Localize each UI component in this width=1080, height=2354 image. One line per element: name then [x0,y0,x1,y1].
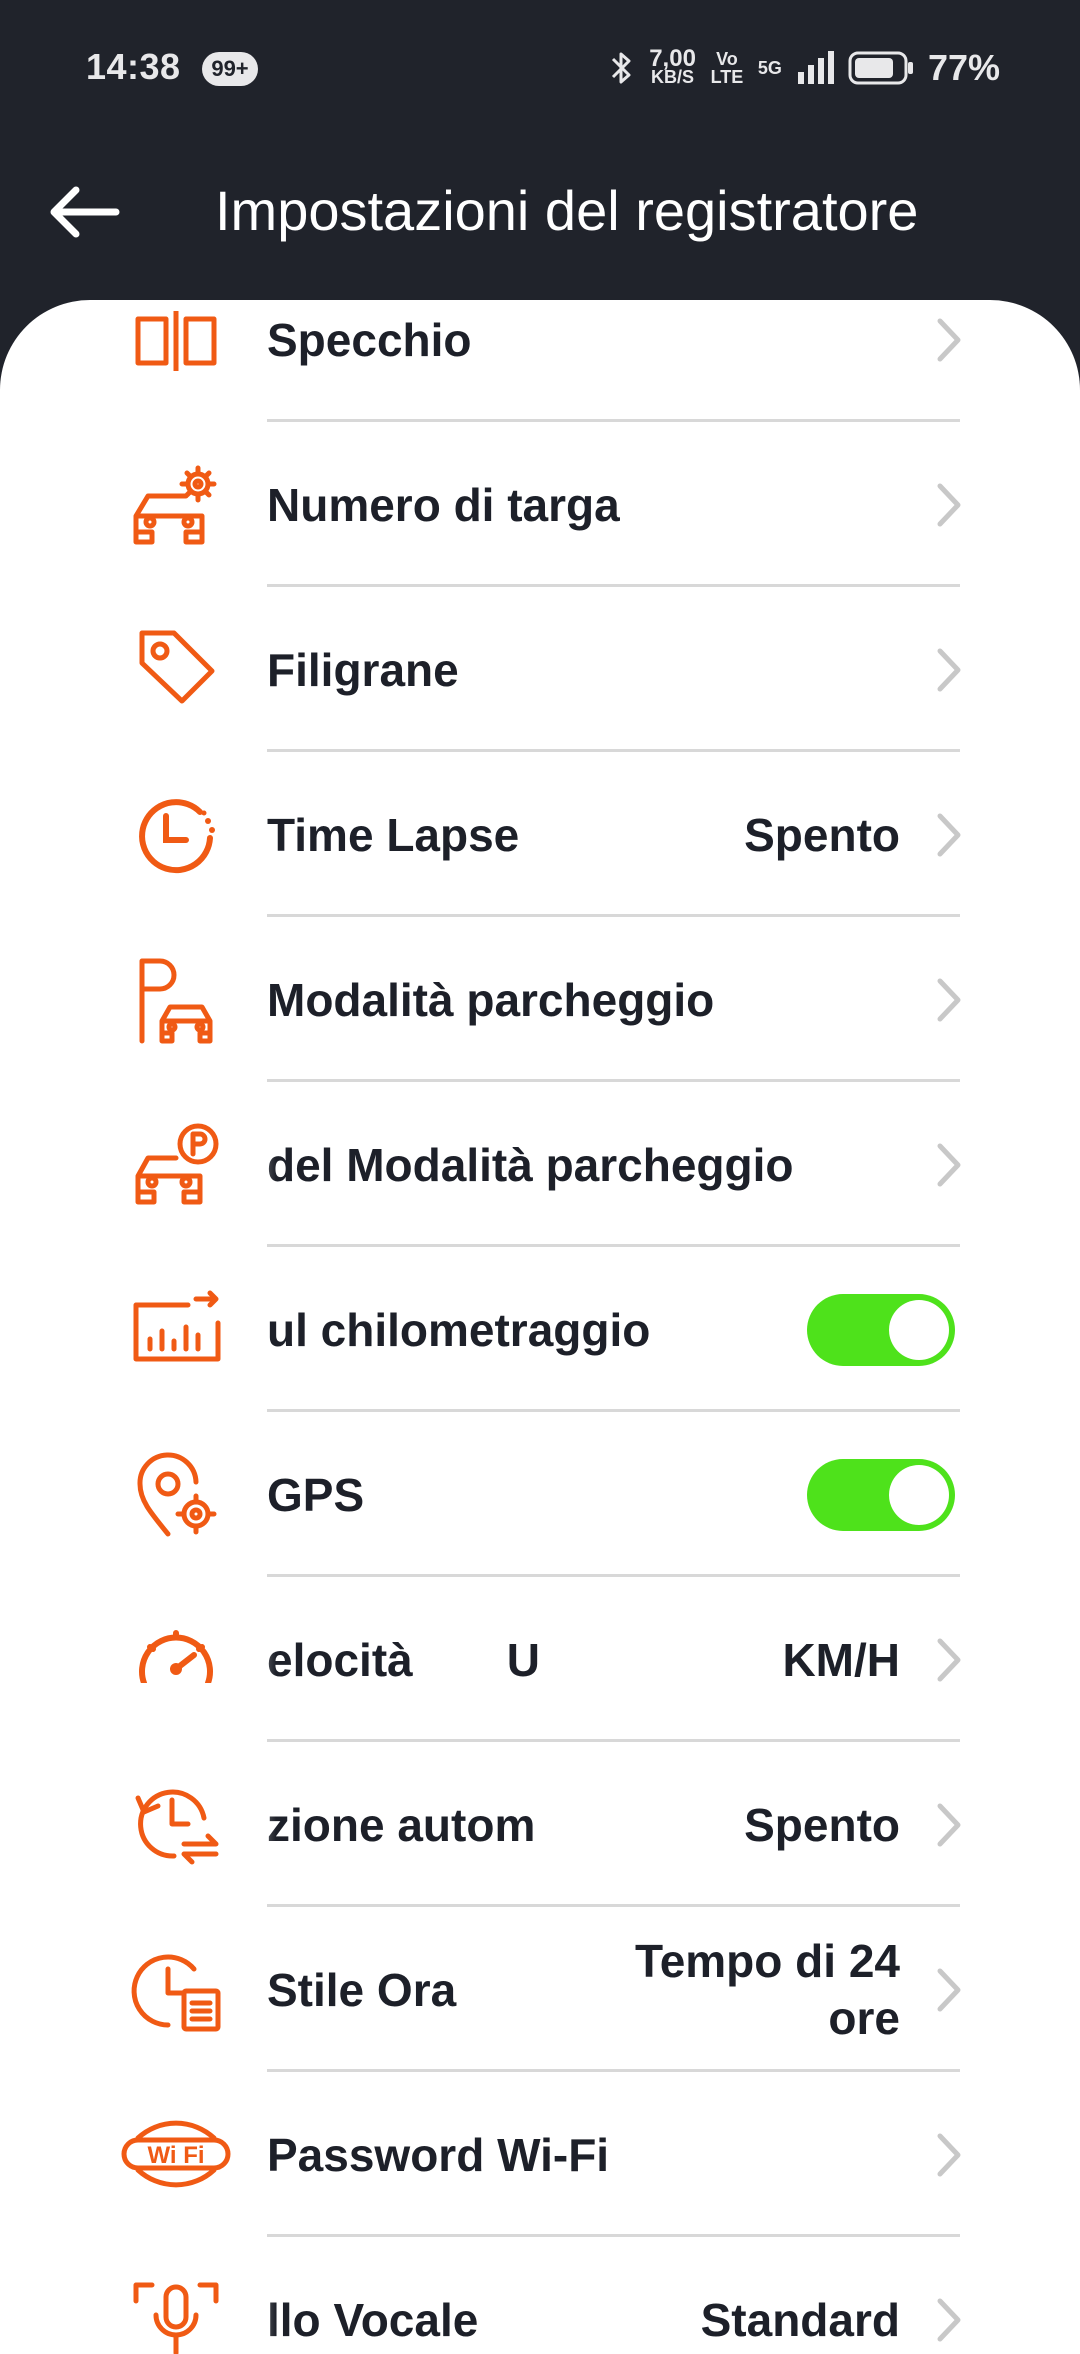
setting-label: zione autom [267,1798,536,1851]
setting-value: Spento [744,1798,900,1851]
setting-row-gps: GPS [0,1412,1080,1577]
setting-label: Password Wi-Fi [267,2128,610,2181]
setting-label: Time Lapse [267,808,520,861]
setting-value: KM/H [782,1633,900,1686]
svg-text:Wi Fi: Wi Fi [147,2142,204,2169]
setting-label: del Modalità parcheggio [267,1138,794,1191]
chevron-right-icon [937,2298,961,2342]
clock-format-icon [128,1943,224,2035]
setting-value: Standard [700,2293,900,2346]
mileage-toggle[interactable] [807,1294,955,1366]
setting-label: Filigrane [267,643,459,696]
setting-row-wifi-password[interactable]: Wi Fi Password Wi-Fi [0,2072,1080,2237]
app-header: Impostazioni del registratore [0,140,1080,300]
chevron-right-icon [937,1968,961,2012]
setting-label: Specchio [267,313,472,366]
setting-value: Tempo di 24 ore [635,1934,900,2044]
setting-label: Numero di targa [267,478,620,531]
setting-row-parking-mode[interactable]: Modalità parcheggio [0,917,1080,1082]
setting-value: Spento [744,808,900,861]
clock-sync-icon [128,1778,224,1870]
setting-label: elocità U [267,1633,540,1686]
setting-label: llo Vocale [267,2293,479,2346]
setting-label: Stile Ora [267,1963,457,2016]
chevron-right-icon [937,978,961,1022]
chevron-right-icon [937,2133,961,2177]
setting-row-speed-unit[interactable]: elocità U KM/H [0,1577,1080,1742]
setting-row-time-lapse[interactable]: Time Lapse Spento [0,752,1080,917]
tag-icon [128,623,224,715]
status-bar: 14:38 99+ 7,00 KB/S Vo LTE 5G 77% [0,0,1080,140]
setting-row-voice-level[interactable]: llo Vocale Standard [0,2237,1080,2354]
setting-row-parking-mode-detail[interactable]: del Modalità parcheggio [0,1082,1080,1247]
chevron-right-icon [937,813,961,857]
setting-label: GPS [267,1468,365,1521]
chevron-right-icon [937,318,961,362]
timer-icon [128,788,224,880]
setting-row-watermark[interactable]: Filigrane [0,587,1080,752]
notification-count-badge: 99+ [202,52,258,86]
back-button[interactable] [40,168,128,256]
setting-row-auto-sync[interactable]: zione autom Spento [0,1742,1080,1907]
chevron-right-icon [937,483,961,527]
chevron-right-icon [937,1638,961,1682]
mirror-icon [128,300,224,385]
setting-label: ul chilometraggio [267,1303,651,1356]
network-speed: 7,00 KB/S [649,45,696,87]
setting-row-mirror[interactable]: Specchio [0,300,1080,422]
volte-indicator: Vo LTE [710,49,744,87]
status-icons: 7,00 KB/S Vo LTE 5G 77% [609,44,1000,92]
chevron-right-icon [937,1143,961,1187]
setting-row-mileage: ul chilometraggio [0,1247,1080,1412]
setting-row-plate-number[interactable]: Numero di targa [0,422,1080,587]
gps-toggle[interactable] [807,1459,955,1531]
bluetooth-icon [612,52,631,84]
parking-icon [128,953,224,1045]
car-parking-icon [128,1118,224,1210]
back-arrow-icon [50,186,120,238]
network-type: 5G [757,58,782,78]
setting-row-time-style[interactable]: Stile Ora Tempo di 24 ore [0,1907,1080,2072]
chevron-right-icon [937,1803,961,1847]
status-time: 14:38 [86,46,181,87]
page-title: Impostazioni del registratore [215,179,919,242]
chevron-right-icon [937,648,961,692]
car-settings-icon [128,458,224,550]
toggle-knob [889,1300,949,1360]
toggle-knob [889,1465,949,1525]
wifi-icon: Wi Fi [120,2108,232,2200]
battery-percentage: 77% [927,47,1000,88]
mileage-chart-icon [128,1283,224,1375]
microphone-icon [128,2273,224,2354]
signal-icon [797,51,834,84]
speedometer-icon [128,1613,224,1705]
gps-settings-icon [128,1448,224,1540]
setting-label: Modalità parcheggio [267,973,715,1026]
settings-list: Specchio Numero di targa Filigrane Time … [0,300,1080,2354]
battery-icon [848,51,913,85]
